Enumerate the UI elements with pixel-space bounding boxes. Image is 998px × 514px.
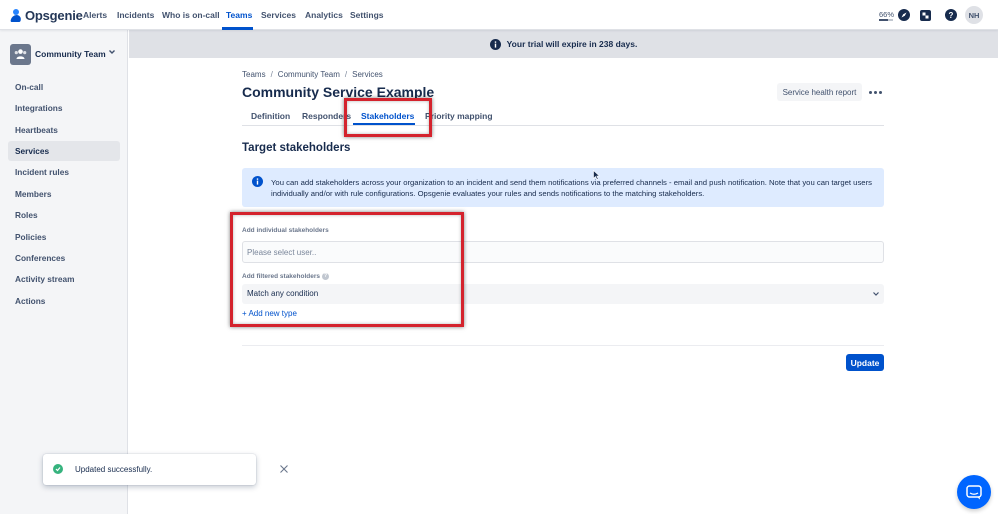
breadcrumb-services[interactable]: Services — [352, 70, 383, 79]
zoom-label[interactable]: 66% — [879, 10, 894, 19]
trial-banner: Your trial will expire in 238 days. — [129, 30, 998, 58]
sidebar-item-services[interactable]: Services — [8, 141, 120, 161]
nav-settings[interactable]: Settings — [350, 0, 384, 30]
section-title: Target stakeholders — [242, 142, 351, 154]
nav-teams[interactable]: Teams — [226, 0, 252, 30]
nav-services[interactable]: Services — [261, 0, 296, 30]
breadcrumb-separator: / — [344, 70, 348, 79]
breadcrumb-separator: / — [270, 70, 273, 79]
opsgenie-logo[interactable]: Opsgenie — [10, 7, 83, 23]
top-navigation: Opsgenie Alerts Incidents Who is on-call… — [0, 0, 998, 30]
team-avatar-icon — [10, 43, 31, 65]
trial-banner-text: Your trial will expire in 238 days. — [506, 39, 638, 49]
sidebar-item-activity-stream[interactable]: Activity stream — [8, 269, 120, 289]
zoom-bar-fill — [879, 19, 889, 21]
logo-text: Opsgenie — [25, 7, 83, 23]
nav-who-is-on-call[interactable]: Who is on-call — [162, 0, 220, 30]
highlight-box-stakeholder-fields — [230, 212, 464, 327]
breadcrumb: Teams / Community Team / Services — [242, 70, 383, 79]
sidebar-item-heartbeats[interactable]: Heartbeats — [8, 120, 120, 140]
sidebar-item-incident-rules[interactable]: Incident rules — [8, 162, 120, 182]
info-icon — [489, 38, 501, 50]
more-actions-button[interactable] — [866, 83, 884, 101]
service-tabs: Definition Responders Stakeholders Prior… — [242, 111, 884, 126]
close-icon[interactable] — [279, 464, 289, 474]
compass-icon[interactable] — [897, 8, 911, 22]
team-name: Community Team — [35, 49, 106, 59]
sidebar: Community Team On-call Integrations Hear… — [0, 30, 128, 514]
team-switcher[interactable]: Community Team — [10, 43, 120, 65]
success-toast: Updated successfully. — [43, 454, 288, 485]
tab-definition[interactable]: Definition — [251, 111, 290, 121]
breadcrumb-teams[interactable]: Teams — [242, 70, 266, 79]
sidebar-item-members[interactable]: Members — [8, 184, 120, 204]
sidebar-item-integrations[interactable]: Integrations — [8, 98, 120, 118]
highlight-box-stakeholders-tab — [344, 98, 432, 137]
divider — [242, 345, 884, 346]
svg-text:?: ? — [949, 11, 954, 20]
info-panel: You can add stakeholders across your org… — [242, 168, 884, 207]
nav-incidents[interactable]: Incidents — [117, 0, 154, 30]
mouse-cursor-icon — [593, 170, 600, 180]
chevron-down-icon — [873, 292, 879, 296]
user-avatar[interactable]: NH — [965, 6, 983, 24]
toast-message: Updated successfully. — [75, 465, 153, 474]
sidebar-item-policies[interactable]: Policies — [8, 227, 120, 247]
sidebar-item-actions[interactable]: Actions — [8, 291, 120, 311]
success-check-icon — [53, 464, 63, 474]
help-icon[interactable]: ? — [944, 8, 958, 22]
opsgenie-logo-icon — [10, 8, 22, 22]
service-health-report-button[interactable]: Service health report — [777, 83, 862, 101]
tab-priority-mapping[interactable]: Priority mapping — [425, 111, 493, 121]
chat-icon — [966, 484, 982, 499]
more-dots-icon — [868, 90, 872, 94]
sidebar-item-on-call[interactable]: On-call — [8, 77, 120, 97]
chat-launcher-button[interactable] — [957, 475, 991, 509]
active-nav-indicator — [222, 27, 253, 30]
nav-alerts[interactable]: Alerts — [83, 0, 107, 30]
info-icon — [252, 176, 263, 187]
app-switcher-icon[interactable] — [918, 8, 932, 22]
chevron-down-icon[interactable] — [108, 48, 116, 56]
sidebar-item-conferences[interactable]: Conferences — [8, 248, 120, 268]
nav-analytics[interactable]: Analytics — [305, 0, 343, 30]
update-button[interactable]: Update — [846, 354, 884, 371]
info-text: You can add stakeholders across your org… — [271, 178, 872, 198]
sidebar-item-roles[interactable]: Roles — [8, 205, 120, 225]
breadcrumb-community-team[interactable]: Community Team — [278, 70, 340, 79]
